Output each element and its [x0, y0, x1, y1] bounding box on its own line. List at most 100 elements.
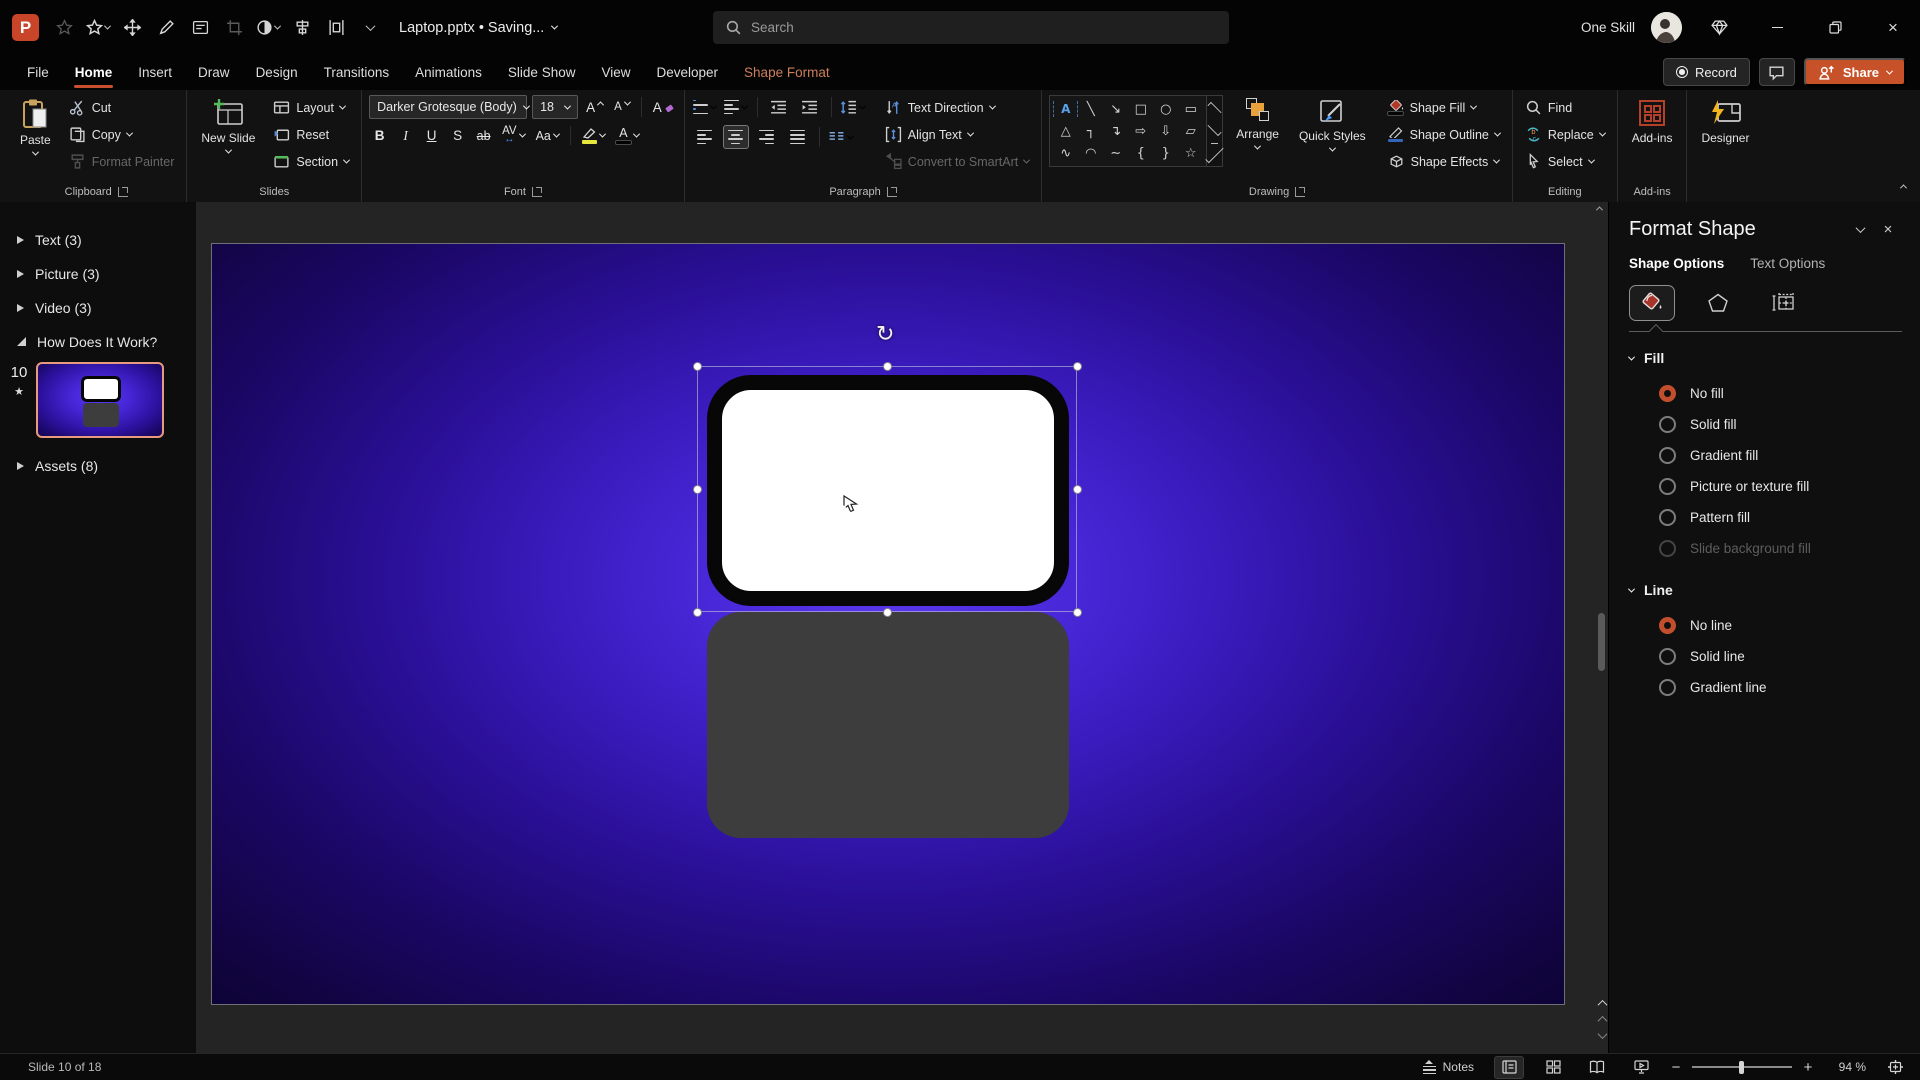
paragraph-dialog-launcher-icon[interactable] [886, 187, 897, 197]
format-painter-pen-icon[interactable] [151, 13, 181, 43]
fill-option-slide-background-fill[interactable]: Slide background fill [1659, 533, 1902, 564]
paste-button[interactable]: Paste [13, 95, 58, 159]
format-painter-button[interactable]: Format Painter [64, 149, 180, 174]
ribbon-tab-shape-format[interactable]: Shape Format [731, 55, 843, 90]
convert-to-smartart-button[interactable]: Convert to SmartArt [880, 149, 1034, 174]
align-objects-icon[interactable] [287, 13, 317, 43]
gallery-more-button[interactable] [1205, 142, 1224, 166]
ribbon-tab-developer[interactable]: Developer [644, 55, 732, 90]
gallery-scroll-down-button[interactable] [1207, 119, 1222, 142]
shape-rectangle-icon[interactable]: □ [1128, 98, 1153, 120]
radio-icon[interactable] [1659, 648, 1676, 665]
text-direction-button[interactable]: A Text Direction [880, 95, 1034, 120]
shape-brace-right-icon[interactable]: } [1153, 142, 1178, 164]
slide-show-view-button[interactable] [1626, 1056, 1656, 1079]
font-dialog-launcher-icon[interactable] [531, 187, 542, 197]
ribbon-tab-file[interactable]: File [14, 55, 62, 90]
line-section-header[interactable]: Line [1627, 582, 1902, 598]
clipboard-dialog-launcher-icon[interactable] [117, 187, 128, 197]
size-and-properties-tab-button[interactable] [1761, 285, 1807, 321]
expand-triangle-icon[interactable] [17, 235, 24, 244]
new-slide-button[interactable]: New Slide [194, 95, 262, 157]
panel-close-button[interactable]: × [1874, 221, 1902, 238]
gallery-scroll-up-button[interactable] [1207, 96, 1222, 119]
effects-tab-button[interactable] [1695, 285, 1741, 321]
ribbon-tab-animations[interactable]: Animations [402, 55, 495, 90]
shape-freeform-icon[interactable]: ▱ [1178, 120, 1203, 142]
rotation-handle[interactable]: ↻ [876, 322, 894, 347]
ribbon-tab-slide-show[interactable]: Slide Show [495, 55, 589, 90]
decrease-indent-button[interactable] [766, 95, 792, 119]
fill-option-pattern-fill[interactable]: Pattern fill [1659, 502, 1902, 533]
laptop-base-shape[interactable] [707, 612, 1069, 838]
increase-font-size-button[interactable]: A [583, 96, 606, 119]
shape-arc-icon[interactable]: ◠ [1078, 142, 1103, 164]
sidebar-section-text-3[interactable]: Text (3) [0, 226, 196, 253]
selection-handle-top-left[interactable] [693, 362, 702, 371]
character-spacing-button[interactable]: AV ↔ [499, 124, 528, 147]
cut-button[interactable]: Cut [64, 95, 180, 120]
reading-view-button[interactable] [1582, 1056, 1612, 1079]
fill-option-gradient-fill[interactable]: Gradient fill [1659, 440, 1902, 471]
selection-handle-middle-left[interactable] [693, 485, 702, 494]
text-shadow-button[interactable]: S [447, 124, 468, 147]
shape-star-icon[interactable]: ☆ [1178, 142, 1203, 164]
designer-button[interactable]: Designer [1694, 95, 1756, 149]
fill-option-solid-fill[interactable]: Solid fill [1659, 409, 1902, 440]
ribbon-tab-view[interactable]: View [588, 55, 643, 90]
align-left-button[interactable] [692, 125, 718, 149]
copy-button[interactable]: Copy [64, 122, 180, 147]
columns-button[interactable] [828, 125, 855, 149]
radio-icon[interactable] [1659, 679, 1676, 696]
fit-slide-to-window-button[interactable] [1880, 1056, 1910, 1079]
scroll-up-arrow-icon[interactable] [1595, 206, 1603, 214]
slide-editing-surface[interactable]: ↻ [211, 243, 1565, 1005]
ribbon-tab-transitions[interactable]: Transitions [311, 55, 403, 90]
arrange-button[interactable]: Arrange [1229, 95, 1286, 153]
record-button[interactable]: Record [1662, 58, 1750, 86]
shape-brace-left-icon[interactable]: { [1128, 142, 1153, 164]
user-name[interactable]: One Skill [1581, 20, 1635, 35]
reset-button[interactable]: Reset [268, 122, 354, 147]
document-title[interactable]: Laptop.pptx • Saving... [399, 20, 559, 36]
minimize-button[interactable] [1756, 8, 1798, 48]
user-avatar[interactable] [1651, 12, 1682, 43]
layout-button[interactable]: Layout [268, 95, 354, 120]
slide-sorter-view-button[interactable] [1538, 1056, 1568, 1079]
numbering-button[interactable] [723, 95, 749, 119]
zoom-slider-thumb[interactable] [1739, 1060, 1744, 1074]
distribute-columns-icon[interactable] [321, 13, 351, 43]
decrease-font-size-button[interactable]: A [611, 96, 633, 119]
align-text-button[interactable]: Align Text [880, 122, 1034, 147]
line-option-no-line[interactable]: No line [1659, 610, 1902, 641]
sidebar-section-picture-3[interactable]: Picture (3) [0, 260, 196, 287]
ribbon-tab-draw[interactable]: Draw [185, 55, 243, 90]
line-option-gradient-line[interactable]: Gradient line [1659, 672, 1902, 703]
sidebar-section-video-3[interactable]: Video (3) [0, 294, 196, 321]
section-button[interactable]: Section [268, 149, 354, 174]
change-case-button[interactable]: Aa [533, 124, 562, 147]
tab-shape-options[interactable]: Shape Options [1629, 256, 1724, 271]
zoom-level[interactable]: 94 % [1828, 1060, 1866, 1074]
text-highlight-button[interactable] [579, 124, 608, 147]
shape-oval-icon[interactable]: ○ [1153, 98, 1178, 120]
close-button[interactable]: × [1872, 8, 1914, 48]
ribbon-tab-insert[interactable]: Insert [125, 55, 185, 90]
shape-arrow-down-icon[interactable]: ⇩ [1153, 120, 1178, 142]
fill-and-line-tab-button[interactable] [1629, 285, 1675, 321]
align-right-button[interactable] [754, 125, 780, 149]
laptop-screen-shape[interactable] [707, 375, 1069, 606]
select-button[interactable]: Select [1520, 149, 1610, 174]
shape-curve-icon[interactable]: ∼ [1103, 142, 1128, 164]
radio-icon[interactable] [1659, 478, 1676, 495]
quick-styles-button[interactable]: Quick Styles [1292, 95, 1373, 155]
bold-button[interactable]: B [369, 124, 390, 147]
find-button[interactable]: Find [1520, 95, 1610, 120]
sidebar-section-how-does-it-work[interactable]: How Does It Work? [0, 328, 196, 355]
shape-line-arrow-icon[interactable]: ↘ [1103, 98, 1128, 120]
dark-mode-icon[interactable] [253, 13, 283, 43]
search-input[interactable] [751, 20, 1217, 35]
radio-icon[interactable] [1659, 540, 1676, 557]
fill-option-picture-or-texture-fill[interactable]: Picture or texture fill [1659, 471, 1902, 502]
font-color-button[interactable]: A [613, 124, 642, 147]
